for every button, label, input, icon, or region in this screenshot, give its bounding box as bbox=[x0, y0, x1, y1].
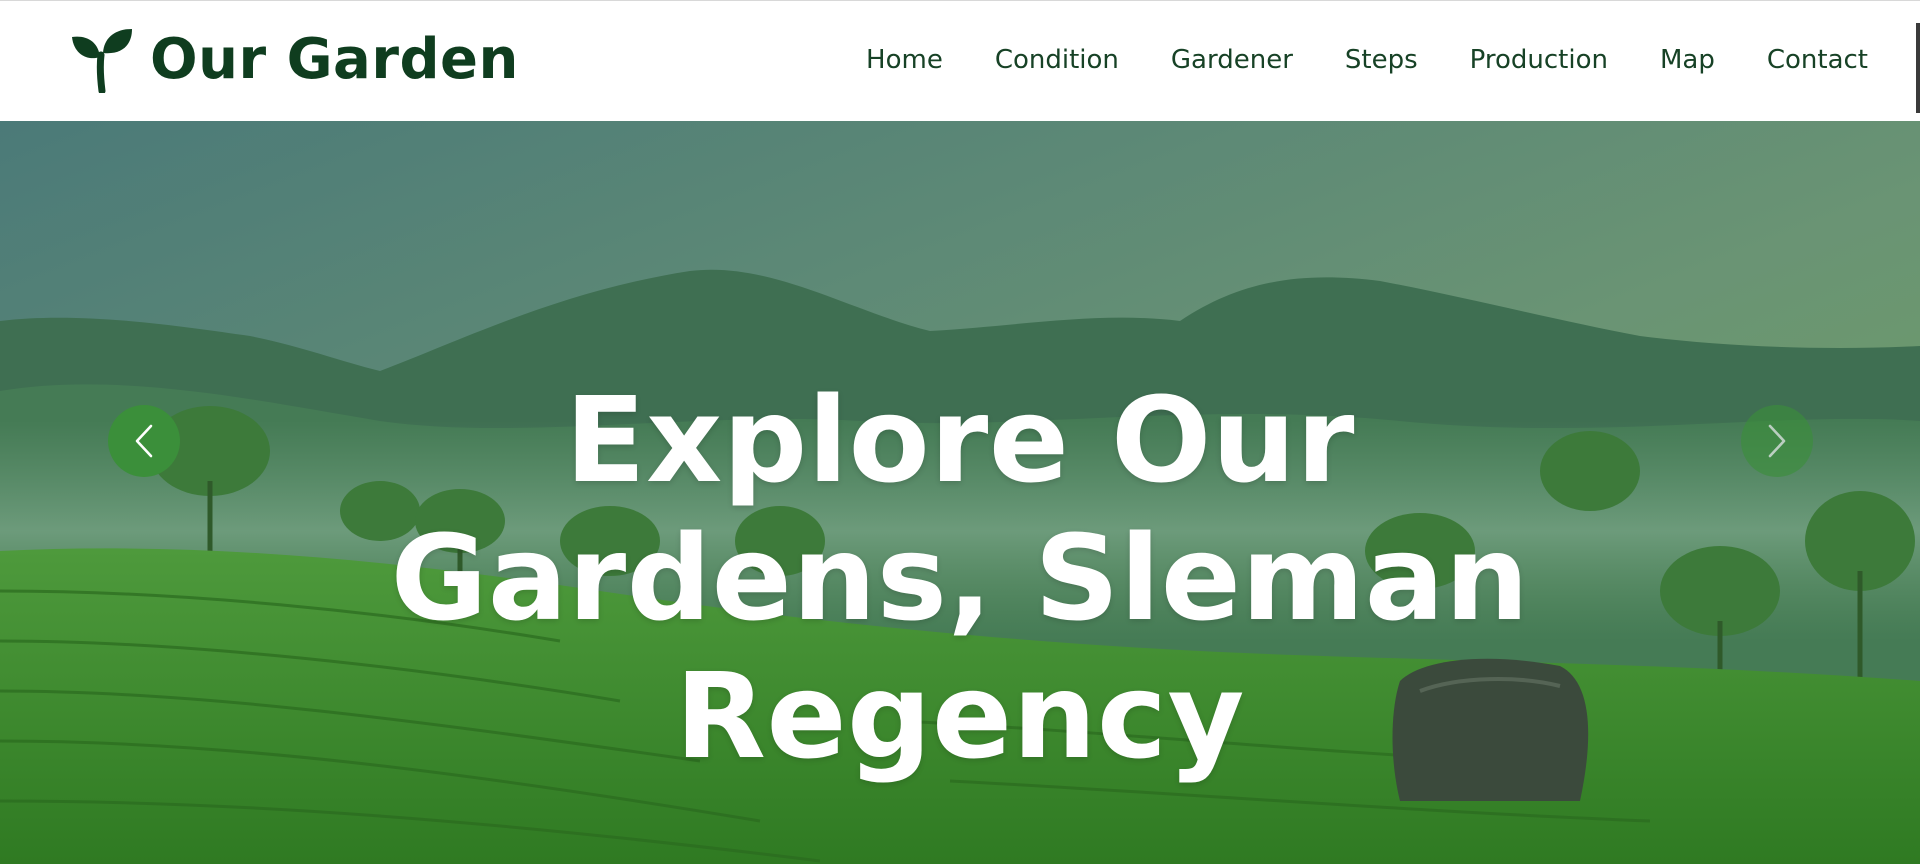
sprout-icon bbox=[72, 29, 132, 93]
carousel-prev-button[interactable] bbox=[108, 405, 180, 477]
chevron-right-icon bbox=[1768, 424, 1786, 458]
hero-title-line: Gardens, Sleman bbox=[390, 509, 1530, 647]
hero-carousel: Explore Our Gardens, Sleman Regency bbox=[0, 121, 1920, 864]
top-navbar: Our Garden Home Condition Gardener Steps… bbox=[0, 0, 1920, 121]
scrollbar-thumb[interactable] bbox=[1916, 23, 1920, 113]
brand-name: Our Garden bbox=[150, 27, 519, 92]
nav-link-map[interactable]: Map bbox=[1660, 45, 1715, 76]
nav-link-condition[interactable]: Condition bbox=[995, 45, 1119, 76]
chevron-left-icon bbox=[135, 424, 153, 458]
main-nav: Home Condition Gardener Steps Production… bbox=[866, 45, 1868, 76]
carousel-next-button[interactable] bbox=[1741, 405, 1813, 477]
nav-link-production[interactable]: Production bbox=[1470, 45, 1608, 76]
brand-logo-link[interactable]: Our Garden bbox=[70, 27, 519, 93]
hero-title-line: Explore Our bbox=[564, 371, 1355, 509]
hero-title: Explore Our Gardens, Sleman Regency bbox=[360, 371, 1560, 785]
nav-link-gardener[interactable]: Gardener bbox=[1171, 45, 1293, 76]
nav-link-home[interactable]: Home bbox=[866, 45, 943, 76]
hero-title-line: Regency bbox=[675, 647, 1245, 785]
nav-link-contact[interactable]: Contact bbox=[1767, 45, 1868, 76]
nav-link-steps[interactable]: Steps bbox=[1345, 45, 1418, 76]
